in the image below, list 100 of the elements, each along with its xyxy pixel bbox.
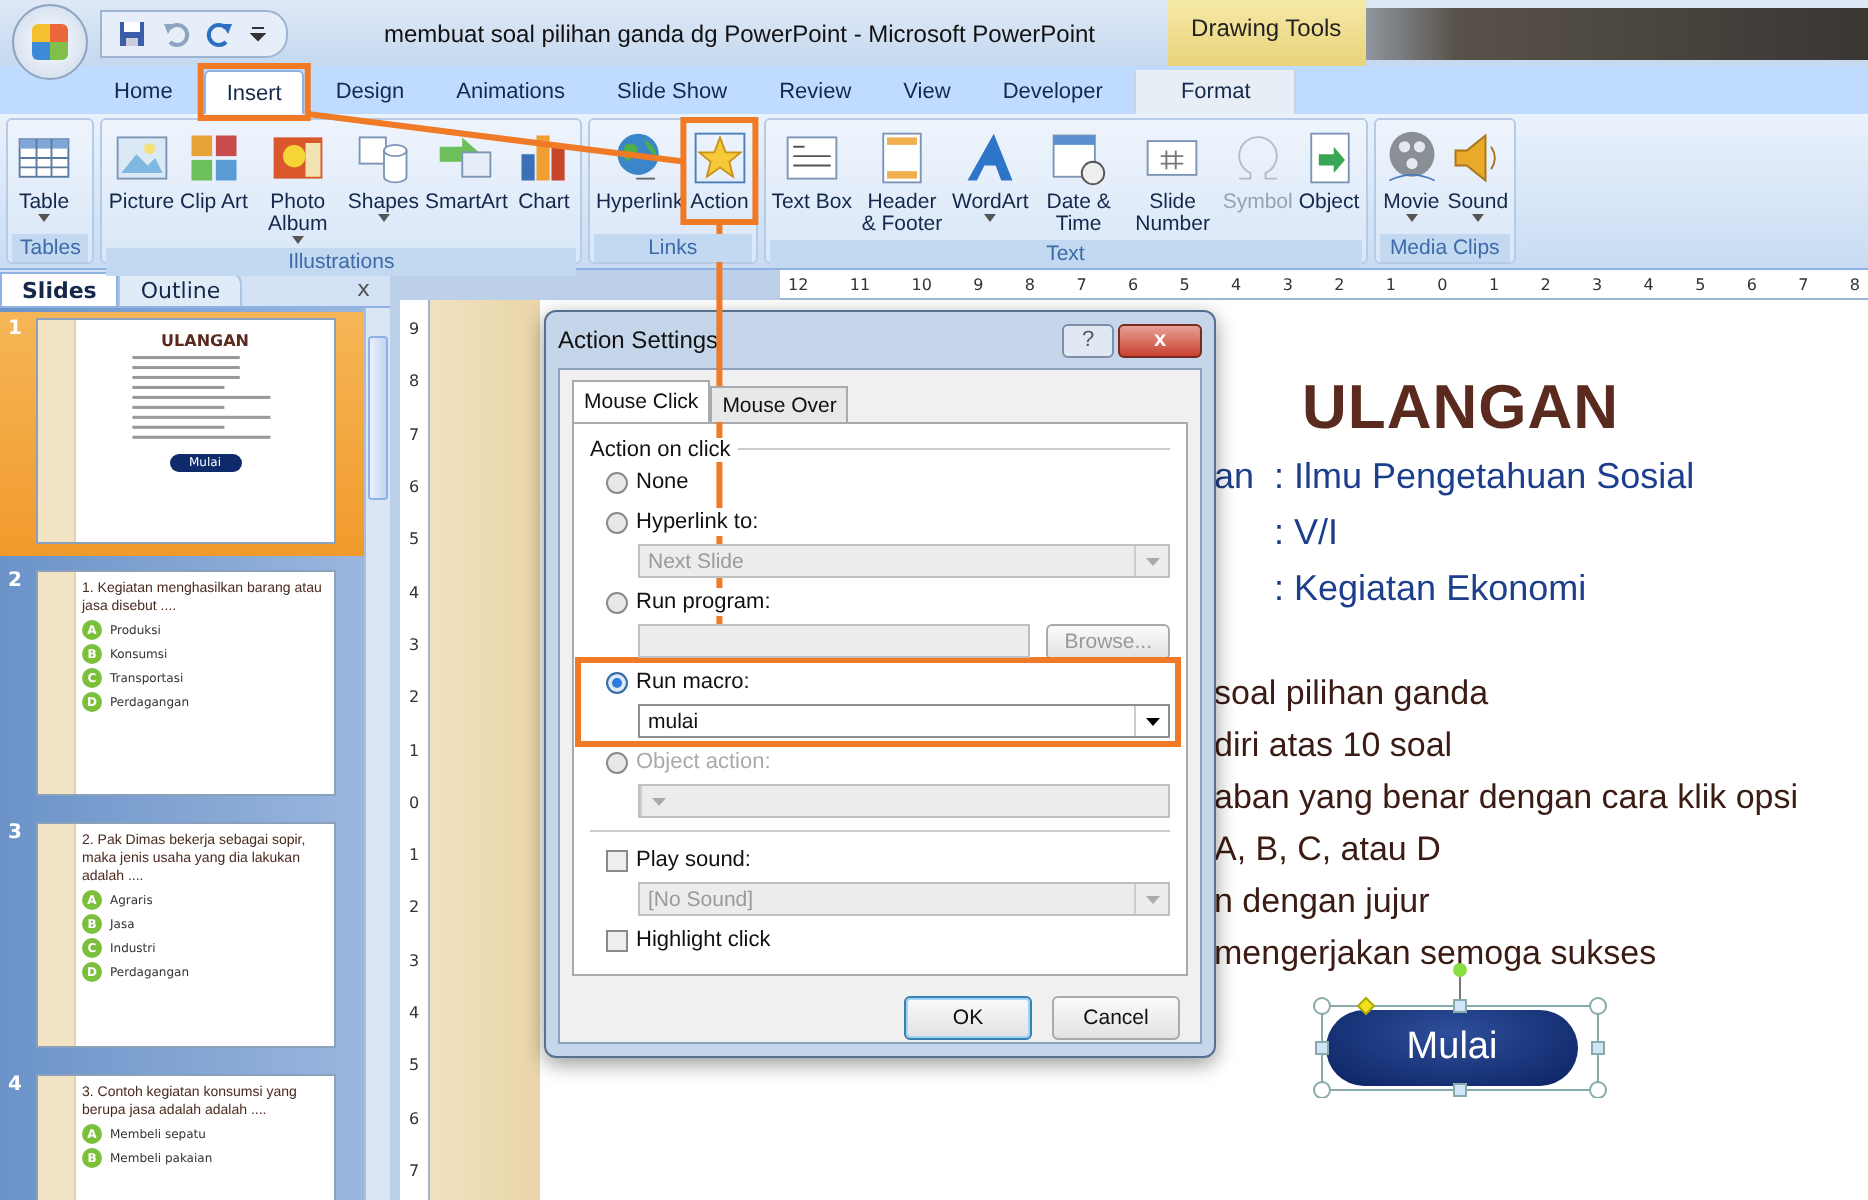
ribbon-button[interactable]: Picture [106,124,177,248]
ribbon-tab[interactable]: Review [759,70,872,114]
ruler-number: 6 [408,1109,420,1128]
ribbon-tab[interactable]: Format [1134,70,1297,114]
ruler-number: 7 [1076,275,1087,293]
ribbon-tab[interactable]: View [883,70,971,114]
ruler-number: 2 [408,898,420,917]
ribbon-button[interactable]: Table [12,124,76,226]
slide-text-line: diri atas 10 soal [1214,724,1455,766]
ruler-number: 3 [1282,275,1293,293]
close-button[interactable]: x [356,275,370,301]
save-icon[interactable] [118,19,146,47]
ruler-number: 10 [911,275,932,293]
slide-text-line: A, B, C, atau D [1214,828,1443,870]
caret-icon [651,797,665,805]
scrollbar[interactable] [364,308,390,1200]
ribbon-button[interactable]: Header & Footer [855,124,948,240]
ribbon-button[interactable]: Object [1296,124,1362,240]
ruler-number: 5 [1695,275,1706,293]
ribbon-tab[interactable]: Home [94,70,193,114]
info-label: an [1214,455,1255,495]
ribbon-button[interactable]: Photo Album [251,124,344,248]
scroll-thumb[interactable] [368,336,388,500]
ribbon-button[interactable]: SmartArt [423,124,510,248]
ruler-number: 2 [408,688,420,707]
ruler-number: 3 [1592,275,1603,293]
dialog-tab[interactable]: Mouse Click [572,380,711,422]
ruler-number: 3 [408,635,420,654]
slide-number: 4 [8,1074,24,1096]
checkbox-option[interactable]: Play sound: [606,846,753,874]
ribbon-button[interactable]: Slide Number [1126,124,1219,240]
redo-icon[interactable] [206,19,234,47]
ruler-number: 4 [1643,275,1654,293]
ruler-number: 6 [1746,275,1757,293]
ruler-number: 4 [408,1004,420,1023]
ruler-number: 4 [1231,275,1242,293]
dialog-button[interactable]: OK [904,996,1032,1040]
ruler-number: 3 [408,951,420,970]
slide-text-line: aban yang benar dengan cara klik opsi [1214,776,1801,818]
ribbon-button[interactable]: Clip Art [178,124,250,248]
ruler-number: 2 [1540,275,1551,293]
radio-option[interactable]: None [606,468,691,496]
help-button[interactable]: ? [1062,323,1114,357]
dialog-title: Action Settings [558,326,721,354]
group-title: Action on click [590,437,731,461]
ruler-number: 5 [1179,275,1190,293]
ruler-number: 12 [788,275,809,293]
ruler-number: 8 [408,372,420,391]
ribbon-tab[interactable]: Developer [982,70,1123,114]
caret-icon [1145,895,1159,903]
ribbon-tab[interactable]: Insert [204,70,304,114]
ribbon-tab[interactable]: Animations [436,70,586,114]
ribbon-button[interactable]: Movie [1379,124,1444,226]
ruler-number: 1 [408,741,420,759]
ribbon-button[interactable]: Action [687,124,752,218]
ruler-number: 1 [1385,275,1396,293]
callout-box [197,63,311,121]
dropdown-field[interactable]: mulai [638,704,1170,738]
undo-icon[interactable] [162,19,190,47]
dialog-tab[interactable]: Mouse Over [710,386,849,422]
ribbon-tab[interactable]: Design [315,70,425,114]
radio-option[interactable]: Run program: [606,588,773,616]
start-button-shape[interactable]: Mulai [1326,1010,1578,1086]
ribbon-button[interactable]: WordArt [949,124,1031,240]
ruler-number: 7 [408,425,420,444]
ruler-number: 0 [1437,275,1448,293]
dialog-button[interactable]: Cancel [1052,996,1180,1040]
radio-option[interactable]: Hyperlink to: [606,508,761,536]
contextual-tab-title: Drawing Tools [1167,0,1366,66]
ruler-number: 0 [408,793,420,812]
thumbnail-title: ULANGAN [161,332,249,350]
ruler-number: 6 [408,477,420,496]
group-label: Media Clips [1379,234,1511,262]
ribbon-button[interactable]: Sound [1445,124,1511,226]
window-title: membuat soal pilihan ganda dg PowerPoint - Microsoft PowerPoint [384,19,1096,47]
slide-number: 2 [8,570,24,592]
ribbon-tab[interactable]: Slide Show [597,70,748,114]
office-button[interactable] [12,3,88,79]
ribbon-button[interactable]: Text Box [769,124,854,240]
slide-text-line: n dengan jujur [1214,880,1432,922]
callout-box [680,117,759,225]
customize-caret-icon[interactable] [250,23,266,43]
ruler-number: 8 [1024,275,1035,293]
ruler-number: 9 [973,275,984,293]
pane-tab[interactable]: Slides [0,272,119,306]
checkbox-option[interactable]: Highlight click [606,926,773,954]
group-label: Tables [12,234,89,262]
caret-icon [1145,557,1159,565]
radio-option[interactable]: Run macro: [606,668,752,696]
ruler-number: 2 [1334,275,1345,293]
ruler-number: 4 [408,583,420,602]
ruler-number: 1 [408,846,420,865]
info-value: : V/I [1274,511,1339,553]
ribbon-button[interactable]: Date & Time [1032,124,1125,240]
ribbon-button[interactable]: Chart [511,124,576,248]
slide-number: 3 [8,822,24,844]
slide-text-line: mengerjakan semoga sukses [1214,932,1659,974]
group-label: Text [769,240,1362,268]
ribbon-button[interactable]: Shapes [345,124,422,248]
group-label: Links [593,234,752,262]
